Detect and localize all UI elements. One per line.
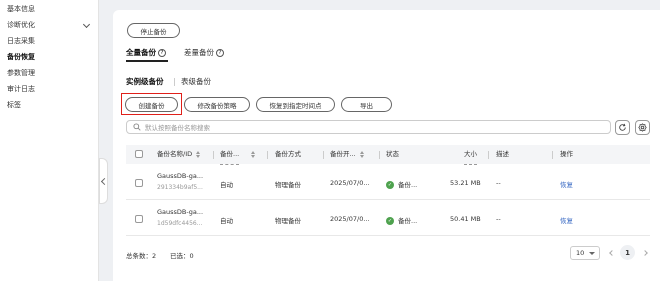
tab-label: 差量备份 xyxy=(184,48,214,57)
backup-method: 物理备份 xyxy=(275,181,301,189)
selected-count: 已选：0 xyxy=(170,252,194,260)
refresh-button[interactable] xyxy=(615,120,630,135)
column-method[interactable]: 备份方式 xyxy=(275,145,301,164)
column-separator xyxy=(213,151,214,159)
total-count: 总条数：2 xyxy=(126,252,157,260)
sidebar: 基本信息 诊断优化 日志采集 备份恢复 参数管理 审计日志 标签 xyxy=(0,0,99,281)
sidebar-item-diagnosis[interactable]: 诊断优化 xyxy=(7,19,93,31)
sidebar-item-audit-log[interactable]: 审计日志 xyxy=(7,83,93,95)
page-size-select[interactable]: 10 xyxy=(570,246,600,260)
tab-instance-backup[interactable]: 实例级备份 xyxy=(126,76,164,87)
subtab-divider xyxy=(174,78,175,86)
chevron-left-icon xyxy=(100,177,109,185)
table-row: GaussDB-ga... 291334b9af5... 自动 物理备份 202… xyxy=(126,165,650,200)
sort-icon[interactable] xyxy=(250,151,256,158)
sidebar-item-backup-restore[interactable]: 备份恢复 xyxy=(7,51,93,63)
tab-diff-backup[interactable]: 差量备份? xyxy=(184,47,224,58)
stop-backup-button[interactable]: 停止备份 xyxy=(127,23,180,38)
column-separator xyxy=(323,151,324,159)
sort-icon[interactable] xyxy=(359,151,365,158)
modify-policy-button[interactable]: 修改备份策略 xyxy=(184,97,250,112)
backup-id: 291334b9af5... xyxy=(157,184,203,191)
restore-link[interactable]: 恢复 xyxy=(560,179,573,189)
backup-method: 物理备份 xyxy=(275,217,301,225)
column-name[interactable]: 备份名称/ID xyxy=(157,145,201,164)
sort-icon[interactable] xyxy=(195,151,201,158)
select-all-checkbox[interactable] xyxy=(135,150,143,158)
tab-full-backup[interactable]: 全量备份? xyxy=(126,47,166,58)
check-icon: ✓ xyxy=(386,217,394,225)
row-checkbox[interactable] xyxy=(135,179,143,187)
tab-active-indicator xyxy=(126,60,168,62)
page-number[interactable]: 1 xyxy=(620,245,635,260)
table-row: GaussDB-ga... 1d59dfc4456... 自动 物理备份 202… xyxy=(126,201,650,236)
backup-name: GaussDB-ga... xyxy=(157,208,204,216)
restore-to-point-button[interactable]: 恢复到指定时间点 xyxy=(256,97,335,112)
sidebar-item-parameters[interactable]: 参数管理 xyxy=(7,67,93,79)
sidebar-item-log-collection[interactable]: 日志采集 xyxy=(7,35,93,47)
sidebar-item-basic-info[interactable]: 基本信息 xyxy=(7,3,93,15)
backup-start-time: 2025/07/0... xyxy=(330,179,370,187)
create-backup-button[interactable]: 创建备份 xyxy=(125,97,178,112)
column-size[interactable]: 大小 xyxy=(464,145,477,165)
backup-start-time: 2025/07/0... xyxy=(330,215,370,223)
search-placeholder: 默认按照备份名称搜索 xyxy=(145,124,210,132)
backup-name: GaussDB-ga... xyxy=(157,172,204,180)
status-badge: ✓ 备份... xyxy=(386,217,418,225)
backup-size: 50.41 MB xyxy=(450,215,481,223)
column-separator xyxy=(379,151,380,159)
export-button[interactable]: 导出 xyxy=(341,97,392,112)
backup-type: 自动 xyxy=(220,217,233,225)
sidebar-collapse-button[interactable] xyxy=(99,158,109,204)
sidebar-item-tags[interactable]: 标签 xyxy=(7,99,93,111)
help-icon[interactable]: ? xyxy=(158,48,166,57)
caret-down-icon xyxy=(589,251,596,255)
tab-table-backup[interactable]: 表级备份 xyxy=(181,76,211,87)
backup-id: 1d59dfc4456... xyxy=(157,220,203,227)
column-actions: 操作 xyxy=(560,150,573,158)
column-separator xyxy=(267,151,268,159)
search-icon xyxy=(133,123,141,131)
column-type[interactable]: 备份... xyxy=(220,145,256,165)
backup-description: -- xyxy=(496,179,501,187)
gear-icon xyxy=(638,123,647,132)
status-badge: ✓ 备份... xyxy=(386,181,418,189)
check-icon: ✓ xyxy=(386,181,394,189)
search-input[interactable]: 默认按照备份名称搜索 xyxy=(126,120,611,134)
chevron-down-icon xyxy=(82,20,91,29)
sidebar-item-label: 诊断优化 xyxy=(7,21,35,29)
tab-label: 全量备份 xyxy=(126,48,156,57)
help-icon[interactable]: ? xyxy=(216,48,224,57)
restore-link[interactable]: 恢复 xyxy=(560,215,573,225)
backup-type: 自动 xyxy=(220,181,233,189)
refresh-icon xyxy=(619,123,626,131)
column-separator xyxy=(488,151,489,159)
column-separator xyxy=(552,151,553,159)
settings-button[interactable] xyxy=(635,120,650,135)
backup-description: -- xyxy=(496,215,501,223)
column-status[interactable]: 状态 xyxy=(386,145,399,164)
table-header: 备份名称/ID 备份... 备份方式 备份开... 状态 大小 描述 操作 xyxy=(126,145,650,165)
row-checkbox[interactable] xyxy=(135,215,143,223)
column-description: 描述 xyxy=(496,150,509,158)
column-start-time[interactable]: 备份开... xyxy=(330,145,365,164)
backup-size: 53.21 MB xyxy=(450,179,481,187)
